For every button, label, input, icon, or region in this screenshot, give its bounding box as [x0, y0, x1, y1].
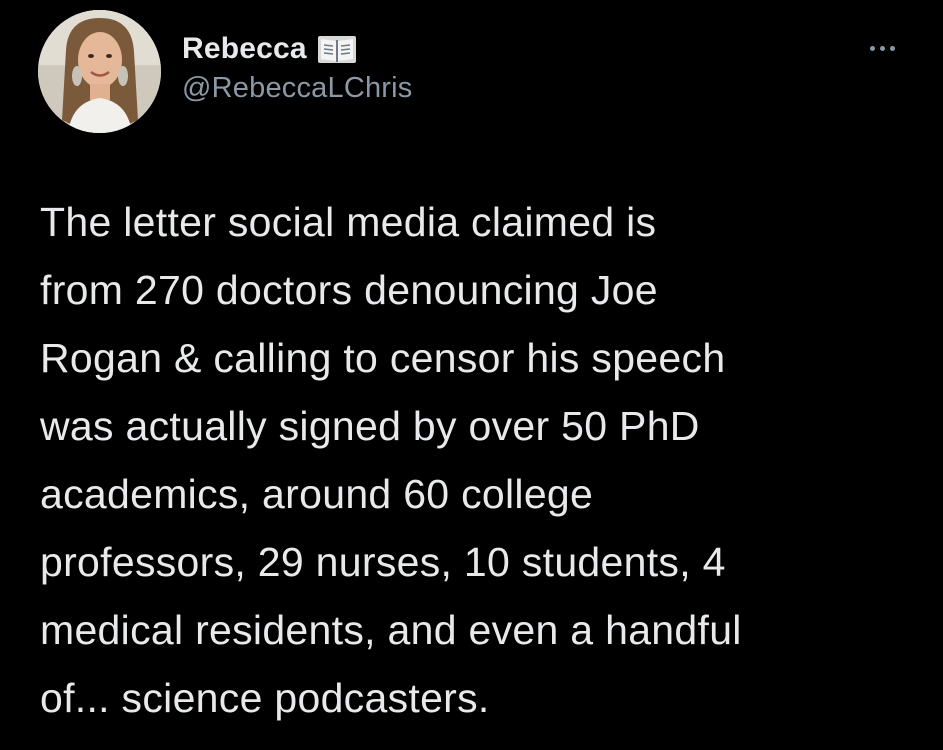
- more-horizontal-icon-dot: [889, 45, 895, 51]
- more-horizontal-icon-dot: [869, 45, 875, 51]
- author-name-row: Rebecca: [182, 30, 413, 68]
- author-display-name[interactable]: Rebecca: [182, 32, 307, 66]
- more-options-button[interactable]: [860, 38, 904, 58]
- avatar[interactable]: [38, 10, 161, 133]
- author-handle[interactable]: @RebeccaLChris: [182, 72, 413, 105]
- tweet-author[interactable]: Rebecca @RebeccaLChris: [182, 30, 413, 105]
- open-book-icon: [317, 33, 357, 65]
- avatar-photo: [38, 10, 161, 133]
- more-horizontal-icon-dot: [879, 45, 885, 51]
- tweet-card: Rebecca @RebeccaLChris The letter social…: [0, 0, 943, 750]
- tweet-text: The letter social media claimed is from …: [40, 199, 742, 721]
